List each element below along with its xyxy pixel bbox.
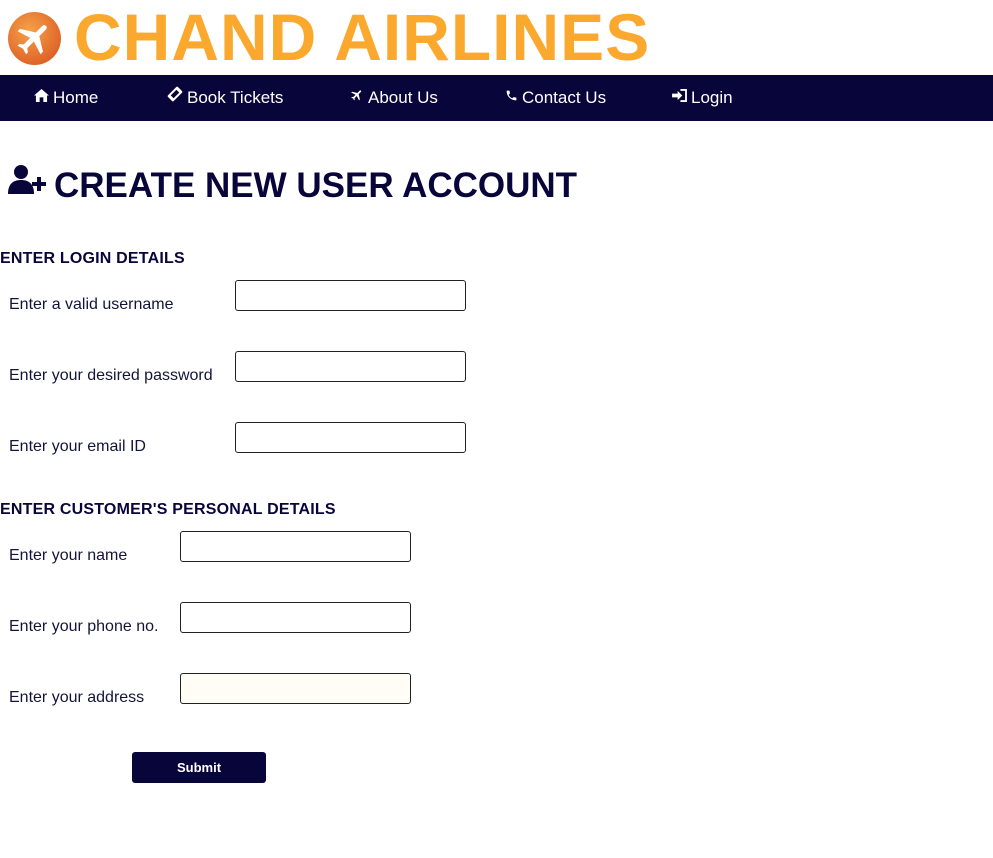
nav-about-us[interactable]: About Us — [350, 75, 438, 121]
name-label: Enter your name — [9, 547, 128, 564]
username-label: Enter a valid username — [9, 296, 174, 313]
home-icon — [34, 74, 49, 120]
password-label: Enter your desired password — [9, 367, 213, 384]
login-icon — [672, 74, 687, 120]
nav-book-tickets[interactable]: Book Tickets — [167, 75, 283, 121]
brand-name: CHAND AIRLINES — [74, 0, 651, 74]
airplane-icon — [8, 12, 61, 65]
main-navbar: Home Book Tickets About Us Contact Us Lo… — [0, 75, 993, 121]
ticket-icon — [167, 74, 183, 120]
nav-book-tickets-label: Book Tickets — [187, 88, 284, 107]
nav-contact-us[interactable]: Contact Us — [505, 75, 606, 121]
nav-login-label: Login — [691, 88, 733, 107]
nav-home-label: Home — [53, 88, 99, 107]
email-label: Enter your email ID — [9, 438, 146, 455]
personal-section-heading: ENTER CUSTOMER'S PERSONAL DETAILS — [0, 501, 336, 518]
name-input[interactable] — [180, 531, 411, 562]
login-section-heading: ENTER LOGIN DETAILS — [0, 250, 185, 267]
address-input[interactable] — [180, 673, 411, 704]
site-header: CHAND AIRLINES — [0, 0, 993, 75]
nav-about-us-label: About Us — [368, 88, 438, 107]
page-title: CREATE NEW USER ACCOUNT — [8, 164, 578, 206]
email-input[interactable] — [235, 422, 466, 453]
address-label: Enter your address — [9, 689, 145, 706]
phone-label: Enter your phone no. — [9, 618, 159, 635]
nav-contact-us-label: Contact Us — [522, 88, 607, 107]
user-plus-icon — [8, 164, 46, 205]
username-input[interactable] — [235, 280, 466, 311]
nav-home[interactable]: Home — [34, 75, 98, 121]
submit-button[interactable]: Submit — [132, 752, 266, 783]
phone-input[interactable] — [180, 602, 411, 633]
page-title-text: CREATE NEW USER ACCOUNT — [54, 166, 578, 205]
password-input[interactable] — [235, 351, 466, 382]
phone-icon — [505, 74, 518, 120]
plane-icon — [350, 74, 364, 120]
nav-login[interactable]: Login — [672, 75, 733, 121]
